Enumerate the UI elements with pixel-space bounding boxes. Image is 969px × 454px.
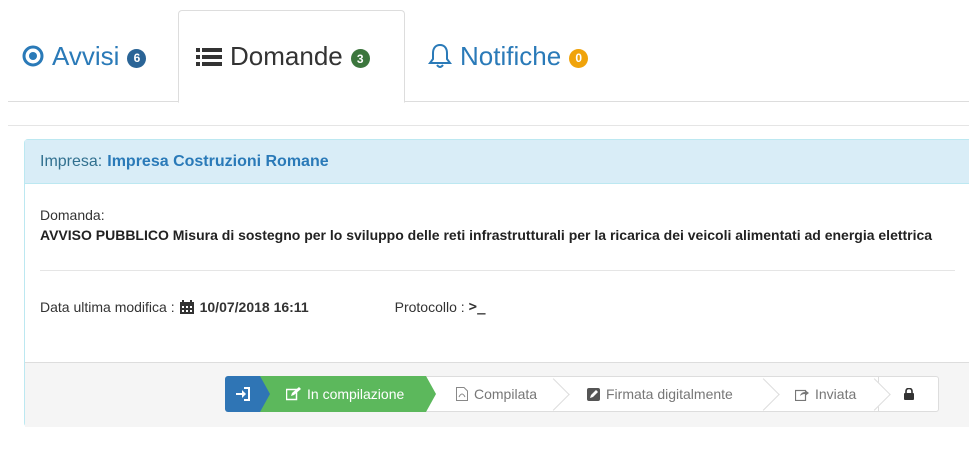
divider bbox=[8, 125, 969, 126]
protocol-value: >_ bbox=[468, 299, 486, 315]
step-label: Compilata bbox=[474, 386, 538, 402]
share-icon bbox=[795, 388, 809, 401]
domanda-title: AVVISO PUBBLICO Misura di sostegno per l… bbox=[40, 227, 933, 243]
domanda-label: Domanda: bbox=[40, 207, 105, 223]
count-badge: 6 bbox=[127, 48, 147, 68]
count-badge: 0 bbox=[569, 48, 589, 68]
panel-footer: In compilazione Compilata Firmata digita… bbox=[25, 362, 969, 427]
sign-in-icon bbox=[235, 387, 250, 401]
last-modified-label: Data ultima modifica : bbox=[40, 299, 175, 315]
divider bbox=[40, 270, 955, 271]
company-name[interactable]: Impresa Costruzioni Romane bbox=[107, 153, 328, 171]
company-label: Impresa: bbox=[40, 152, 103, 170]
tab-label: Domande bbox=[230, 41, 343, 71]
step-inviata[interactable]: Inviata bbox=[767, 376, 878, 412]
panel-body: Domanda: AVVISO PUBBLICO Misura di soste… bbox=[25, 184, 969, 317]
list-icon bbox=[196, 47, 222, 67]
file-pdf-icon bbox=[456, 387, 468, 401]
tab-avvisi[interactable]: Avvisi 6 bbox=[22, 10, 147, 102]
dot-circle-icon bbox=[22, 45, 44, 67]
step-in-compilazione[interactable]: In compilazione bbox=[260, 376, 436, 412]
step-label: Inviata bbox=[815, 386, 857, 402]
tab-domande[interactable]: Domande 3 bbox=[178, 10, 405, 103]
last-modified-value: 10/07/2018 16:11 bbox=[199, 299, 309, 315]
status-steps: In compilazione Compilata Firmata digita… bbox=[225, 376, 939, 412]
step-firmata-digitalmente[interactable]: Firmata digitalmente bbox=[557, 376, 767, 412]
step-label: Firmata digitalmente bbox=[606, 386, 733, 402]
edit-icon bbox=[286, 387, 301, 401]
step-label: In compilazione bbox=[307, 386, 405, 402]
tab-notifiche[interactable]: Notifiche 0 bbox=[428, 10, 589, 102]
panel-heading: Impresa: Impresa Costruzioni Romane bbox=[25, 140, 969, 184]
protocol-label: Protocollo : bbox=[394, 299, 465, 315]
tab-label: Avvisi bbox=[52, 40, 120, 71]
step-compilata[interactable]: Compilata bbox=[426, 376, 557, 412]
tabs-bar: Avvisi 6 Domande 3 Notifiche 0 bbox=[8, 10, 969, 103]
tab-label: Notifiche bbox=[460, 40, 562, 71]
lock-icon bbox=[903, 388, 914, 400]
domanda-panel: Impresa: Impresa Costruzioni Romane Doma… bbox=[24, 139, 969, 427]
pencil-square-icon bbox=[587, 387, 600, 401]
count-badge: 3 bbox=[350, 49, 370, 68]
meta-row: Data ultima modifica : 10/07/2018 16:11 … bbox=[40, 297, 954, 317]
open-domanda-button[interactable] bbox=[225, 376, 270, 412]
calendar-icon bbox=[179, 300, 194, 314]
bell-icon bbox=[428, 43, 452, 69]
